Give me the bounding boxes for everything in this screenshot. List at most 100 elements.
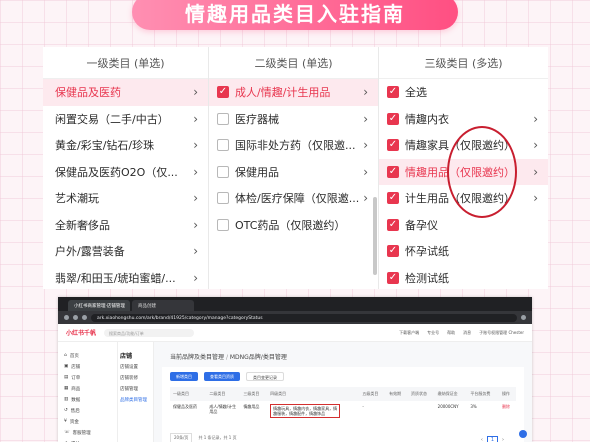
nav-growth[interactable]: ↗成长	[64, 438, 117, 442]
checkbox-checked-icon[interactable]: ✓	[387, 86, 399, 99]
sub-nav-item[interactable]: 店铺管理	[120, 383, 153, 394]
account-menu[interactable]: 子账号权限管理 Chester	[479, 330, 524, 336]
checkbox-icon[interactable]	[217, 218, 229, 231]
checkbox-checked-icon[interactable]: ✓	[387, 112, 399, 125]
chevron-right-icon: ›	[193, 191, 198, 206]
guide-title: 情趣用品类目入驻指南	[185, 1, 405, 26]
browser-tab[interactable]: 商品创建	[132, 300, 194, 311]
category-panel: 新增类目 查看类目资质 类目变更记录 一级类目 二级类目 三级类目 四级类目 五…	[162, 367, 524, 442]
level3-item-select-all[interactable]: ✓ 全选	[379, 79, 548, 106]
level2-item[interactable]: ✓ 成人/情趣/计生用品 ›	[209, 79, 378, 106]
breadcrumb: 当前品牌及类目管理 / MDNG品牌/类目管理	[170, 352, 524, 361]
level2-item[interactable]: 体检/医疗保障（仅限邀... ›	[209, 185, 378, 212]
level3-item[interactable]: ✓ 怀孕试纸	[379, 238, 548, 265]
app-logo[interactable]: 小红书千帆	[66, 328, 96, 337]
checkbox-checked-icon[interactable]: ✓	[387, 165, 399, 178]
level1-item[interactable]: 艺术潮玩 ›	[43, 185, 208, 212]
level2-header: 二级类目 (单选)	[209, 47, 378, 79]
level1-item[interactable]: 全新奢侈品 ›	[43, 212, 208, 239]
level2-scrollbar[interactable]	[373, 197, 377, 275]
nav-shop[interactable]: ▣ 店铺	[64, 361, 117, 372]
delete-link[interactable]: 删除	[499, 401, 516, 421]
table-cell: 20000CNY	[437, 404, 459, 409]
highlight-ellipse	[447, 126, 517, 218]
category-table: 一级类目 二级类目 三级类目 四级类目 五级类目 有效期 资质状态 缴纳保证金 …	[170, 387, 516, 421]
level3-item[interactable]: ✓ 情趣内衣 ›	[379, 106, 548, 133]
level1-item[interactable]: 翡翠/和田玉/琥珀蜜蜡/... ›	[43, 265, 208, 290]
checkbox-icon[interactable]	[217, 192, 229, 205]
level2-item[interactable]: 国际非处方药（仅限邀... ›	[209, 132, 378, 159]
level3-item[interactable]: ✓ 检测试纸	[379, 265, 548, 290]
forward-icon[interactable]	[73, 315, 78, 320]
home-icon: ⌂	[64, 353, 67, 358]
level1-item[interactable]: 黄金/彩宝/钻石/珍珠 ›	[43, 132, 208, 159]
chevron-right-icon: ›	[193, 85, 198, 100]
nav-finance[interactable]: ¥ 资金	[64, 416, 117, 427]
address-bar[interactable]: ark.xiaohongshu.com/ark/brand/41925/cate…	[91, 313, 517, 322]
nav-order[interactable]: ▤ 订单	[64, 372, 117, 383]
next-page-icon[interactable]: ›	[502, 437, 504, 442]
level1-header: 一级类目 (单选)	[43, 47, 208, 79]
page-size-select[interactable]: 20条/页	[170, 433, 193, 442]
nav-home[interactable]: ⌂ 首页	[64, 350, 117, 361]
table-cell: -	[362, 404, 364, 409]
current-page[interactable]: 1	[486, 436, 498, 442]
view-qualification-button[interactable]: 查看类目资质	[204, 372, 240, 381]
data-icon: ▥	[64, 397, 69, 402]
sub-nav-item-active[interactable]: 品牌类目管理	[120, 394, 153, 405]
after-sales-icon: ↺	[64, 408, 68, 413]
level2-item[interactable]: 医疗器械 ›	[209, 106, 378, 133]
breadcrumb-item[interactable]: 当前品牌及类目管理	[170, 354, 224, 361]
profile-icon[interactable]	[521, 315, 526, 320]
column-header: 平台服务费	[467, 387, 499, 401]
sub-nav-item[interactable]: 店铺设置	[120, 361, 153, 372]
prev-page-icon[interactable]: ‹	[481, 437, 483, 442]
app-body: ⌂首页 ▣店铺 ▤订单 ▦商品 ▥数据 ↺售后 ¥资金 ☏客服管理 ↗成长 店铺…	[58, 342, 532, 442]
checkbox-icon[interactable]	[217, 165, 229, 178]
level2-item[interactable]: OTC药品（仅限邀约）	[209, 212, 378, 239]
checkbox-icon[interactable]	[217, 139, 229, 152]
header-link[interactable]: 帮助	[447, 330, 455, 336]
header-link[interactable]: 专业号	[427, 330, 439, 336]
checkbox-checked-icon[interactable]: ✓	[387, 139, 399, 152]
reload-icon[interactable]	[82, 315, 87, 320]
page-numbers: ‹ 1 ›	[481, 436, 504, 442]
level3-item[interactable]: ✓ 备孕仪	[379, 212, 548, 239]
level1-item[interactable]: 保健品及医药O2O（仅... ›	[43, 159, 208, 186]
level1-column: 一级类目 (单选) 保健品及医药 › 闲置交易（二手/中古） › 黄金/彩宝/钻石/…	[43, 47, 209, 289]
finance-icon: ¥	[64, 419, 67, 424]
checkbox-icon[interactable]	[217, 112, 229, 125]
search-input[interactable]: 搜索商品/功能/订单	[104, 328, 195, 337]
sub-nav-item[interactable]: 店铺装修	[120, 372, 153, 383]
checkbox-checked-icon[interactable]: ✓	[387, 218, 399, 231]
chevron-right-icon: ›	[363, 138, 368, 153]
checkbox-checked-icon[interactable]: ✓	[387, 245, 399, 258]
sub-nav: 店铺 店铺设置 店铺装修 店铺管理 品牌类目管理	[118, 342, 154, 442]
chevron-right-icon: ›	[193, 244, 198, 259]
change-log-button[interactable]: 类目变更记录	[246, 372, 284, 381]
header-link[interactable]: 下载客户端	[399, 330, 419, 336]
nav-after-sales[interactable]: ↺ 售后	[64, 405, 117, 416]
chevron-right-icon: ›	[193, 217, 198, 232]
header-links: 下载客户端 专业号 帮助 消息 子账号权限管理 Chester	[399, 330, 524, 336]
level1-item[interactable]: 户外/露营装备 ›	[43, 238, 208, 265]
chevron-right-icon: ›	[363, 111, 368, 126]
checkbox-checked-icon[interactable]: ✓	[387, 192, 399, 205]
nav-service[interactable]: ☏ 客服管理	[64, 427, 117, 438]
table-cell: 保健品及医药	[173, 404, 197, 409]
chevron-right-icon: ›	[193, 138, 198, 153]
table-cell-wrapper: 情趣玩具，情趣内衣，情趣家具，情趣服装，情趣配件，情趣饰品	[267, 401, 359, 421]
checkbox-checked-icon[interactable]: ✓	[217, 86, 229, 99]
header-link[interactable]: 消息	[463, 330, 471, 336]
table-cell: 3%	[470, 404, 477, 409]
back-icon[interactable]	[64, 315, 69, 320]
level1-item[interactable]: 保健品及医药 ›	[43, 79, 208, 106]
level2-item[interactable]: 保健用品 ›	[209, 159, 378, 186]
checkbox-checked-icon[interactable]: ✓	[387, 271, 399, 284]
browser-tab[interactable]: 小红书商家管理·店铺管理	[68, 300, 130, 311]
nav-goods[interactable]: ▦ 商品	[64, 383, 117, 394]
nav-data[interactable]: ▥ 数据	[64, 394, 117, 405]
add-category-button[interactable]: 新增类目	[170, 372, 198, 381]
chat-float-icon[interactable]	[519, 430, 527, 438]
level1-item[interactable]: 闲置交易（二手/中古） ›	[43, 106, 208, 133]
